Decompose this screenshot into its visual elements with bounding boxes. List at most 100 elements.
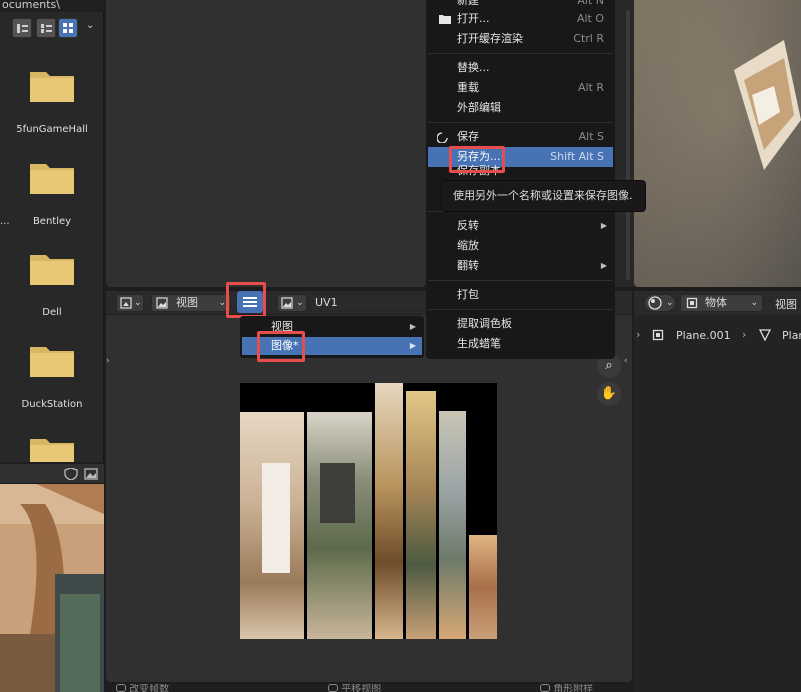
folder-icon xyxy=(30,347,74,377)
detail-view-icon[interactable] xyxy=(36,18,56,38)
menu-item-label: 缩放 xyxy=(457,239,479,252)
menu-item-label: 重载 xyxy=(457,81,479,94)
status-item: 平移视图 xyxy=(328,684,381,692)
chevron-right-icon: › xyxy=(742,328,747,341)
save-icon xyxy=(437,132,448,143)
folder-icon xyxy=(30,439,74,462)
menu-item-label: 提取调色板 xyxy=(457,317,512,330)
path-bar[interactable]: ocuments\ xyxy=(0,0,104,12)
menu-item-open[interactable]: 打开... Alt O xyxy=(428,9,613,29)
view-mode-dropdown[interactable]: 视图 ⌄ xyxy=(151,294,231,312)
menu-item-edit-externally[interactable]: 外部编辑 xyxy=(428,98,613,118)
menu-item-label: 反转 xyxy=(457,219,479,232)
editor-type-button[interactable]: ⌄ xyxy=(116,294,144,312)
uv-image-canvas[interactable] xyxy=(240,383,497,639)
folder-item[interactable]: 5funGameHall xyxy=(0,68,104,148)
truncated-label: ... xyxy=(0,216,10,227)
chevron-left-icon[interactable]: ‹ xyxy=(624,356,630,366)
menu-item-open-cache[interactable]: 打开缓存渲染 Ctrl R xyxy=(428,29,613,49)
status-item: 角形附样 xyxy=(540,684,593,692)
preview-image xyxy=(0,484,104,692)
scrollbar[interactable] xyxy=(626,10,630,280)
tooltip: 使用另外一个名称或设置来保存图像. xyxy=(441,180,646,212)
menu-item-label: 保存 xyxy=(457,130,479,143)
thumbnail-view-icon[interactable] xyxy=(58,18,78,38)
mode-dropdown[interactable]: 物体 ⌄ xyxy=(680,294,763,312)
folder-label: Dell xyxy=(42,307,62,318)
mode-label: 物体 xyxy=(705,296,727,309)
object-icon xyxy=(652,329,664,341)
menu-item-replace[interactable]: 替换... xyxy=(428,58,613,78)
status-item: 改变帧数 xyxy=(116,684,169,692)
menu-scroll-area xyxy=(615,0,634,287)
highlight-image-menu xyxy=(257,331,305,362)
arrow-right-icon: ▶ xyxy=(409,341,416,350)
menu-item-resize[interactable]: 缩放 xyxy=(428,236,613,256)
menu-item-pack[interactable]: 打包 xyxy=(428,285,613,305)
chevron-down-icon: ⌄ xyxy=(134,298,142,308)
sphere-icon xyxy=(648,296,662,310)
arrow-right-icon: ▶ xyxy=(600,221,607,230)
preview-header xyxy=(0,464,104,484)
mesh-icon xyxy=(758,329,772,341)
menu-item-reload[interactable]: 重载 Alt R xyxy=(428,78,613,98)
browse-image-button[interactable]: ⌄ xyxy=(277,294,307,312)
menu-separator xyxy=(428,309,613,310)
menu-item-label: 新建 xyxy=(457,0,479,7)
view-mode-label: 视图 xyxy=(176,296,198,309)
menu-item-shortcut: Ctrl R xyxy=(573,32,604,45)
viewport-shading-button[interactable]: ⌄ xyxy=(644,294,676,312)
image-icon xyxy=(156,297,168,309)
folder-label: Bentley xyxy=(32,216,72,227)
folder-item[interactable]: Dell xyxy=(0,251,104,331)
image-editor-icon xyxy=(120,297,132,309)
folder-item[interactable] xyxy=(0,435,104,462)
breadcrumb-mesh[interactable]: Plan xyxy=(782,329,801,342)
menu-separator xyxy=(428,122,613,123)
menu-item-invert[interactable]: 反转 ▶ xyxy=(428,216,613,236)
folder-icon xyxy=(439,15,451,24)
properties-panel xyxy=(634,291,801,692)
status-label: 改变帧数 xyxy=(129,684,170,692)
object-mode-icon xyxy=(686,297,698,309)
shield-icon[interactable] xyxy=(64,468,78,480)
folder-icon xyxy=(30,72,74,102)
menu-item-label: 打开... xyxy=(457,12,490,25)
menu-item-label: 生成蜡笔 xyxy=(457,337,501,350)
folder-icon xyxy=(30,164,74,194)
viewport-view-menu[interactable]: 视图 xyxy=(775,296,797,312)
breadcrumb-object[interactable]: Plane.001 xyxy=(676,329,731,342)
folder-item[interactable]: DuckStation xyxy=(0,343,104,423)
hand-pan-icon[interactable]: ✋ xyxy=(597,382,621,406)
folder-icon xyxy=(30,255,74,285)
image-icon xyxy=(281,297,293,309)
image-icon[interactable] xyxy=(84,468,98,480)
menu-separator xyxy=(428,280,613,281)
menu-item-label: 打包 xyxy=(457,288,479,301)
chevron-down-icon[interactable]: ⌄ xyxy=(86,20,94,31)
chevron-down-icon: ⌄ xyxy=(750,298,758,308)
folder-item[interactable]: Bentley xyxy=(0,160,104,240)
menu-item-save[interactable]: 保存 Alt S xyxy=(428,127,613,147)
highlight-menu-button xyxy=(226,282,266,318)
folder-label: 5funGameHall xyxy=(16,124,88,135)
menu-item-label: 翻转 xyxy=(457,259,479,272)
chevron-right-icon: › xyxy=(636,328,641,341)
chevron-right-icon[interactable]: › xyxy=(106,356,112,366)
menu-item-generate-grease-pencil[interactable]: 生成蜡笔 xyxy=(428,334,613,354)
menu-item-label: 外部编辑 xyxy=(457,101,501,114)
menu-item-flip[interactable]: 翻转 ▶ xyxy=(428,256,613,276)
status-label: 平移视图 xyxy=(341,684,382,692)
menu-separator xyxy=(428,53,613,54)
chevron-down-icon: ⌄ xyxy=(666,298,674,308)
mouse-icon xyxy=(116,684,126,692)
image-name-field[interactable]: UV1 xyxy=(309,294,426,312)
3d-viewport[interactable] xyxy=(634,0,801,287)
menu-item-label: 打开缓存渲染 xyxy=(457,32,523,45)
chevron-down-icon: ⌄ xyxy=(218,298,226,308)
folder-label: DuckStation xyxy=(21,399,83,410)
menu-item-extract-palette[interactable]: 提取调色板 xyxy=(428,314,613,334)
menu-item-shortcut: Alt O xyxy=(576,12,604,25)
list-view-icon[interactable] xyxy=(12,18,32,38)
mouse-icon xyxy=(328,684,338,692)
